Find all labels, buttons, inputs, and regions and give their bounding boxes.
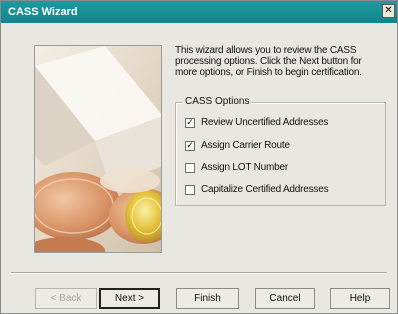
next-button[interactable]: Next > — [99, 288, 160, 309]
capitalize-certified-checkbox[interactable] — [185, 185, 195, 195]
checkmark-icon: ✓ — [186, 141, 194, 151]
close-icon: ✕ — [384, 5, 393, 16]
wizard-illustration — [34, 45, 162, 253]
assign-lot-number-checkbox[interactable] — [185, 163, 195, 173]
coins-and-envelope-image — [35, 46, 161, 252]
review-uncertified-checkbox[interactable]: ✓ — [185, 118, 195, 128]
assign-lot-number-label: Assign LOT Number — [201, 162, 289, 173]
finish-button[interactable]: Finish — [176, 288, 239, 309]
close-button[interactable]: ✕ — [382, 4, 395, 18]
review-uncertified-label: Review Uncertified Addresses — [201, 117, 329, 128]
checkmark-icon: ✓ — [186, 118, 194, 128]
help-button[interactable]: Help — [330, 288, 390, 309]
capitalize-certified-label: Capitalize Certified Addresses — [201, 184, 329, 195]
button-separator — [11, 272, 387, 274]
intro-text: This wizard allows you to review the CAS… — [175, 45, 362, 78]
assign-carrier-route-checkbox[interactable]: ✓ — [185, 141, 195, 151]
cancel-button[interactable]: Cancel — [255, 288, 315, 309]
cass-wizard-dialog: CASS Wizard ✕ This wizard allows you to … — [0, 0, 398, 314]
cass-options-group: CASS Options ✓ Review Uncertified Addres… — [175, 96, 386, 206]
title-bar[interactable]: CASS Wizard ✕ — [1, 1, 397, 23]
cass-options-label: CASS Options — [183, 96, 252, 107]
window-title: CASS Wizard — [8, 6, 78, 18]
back-button[interactable]: < Back — [35, 288, 97, 309]
assign-carrier-route-label: Assign Carrier Route — [201, 140, 290, 151]
